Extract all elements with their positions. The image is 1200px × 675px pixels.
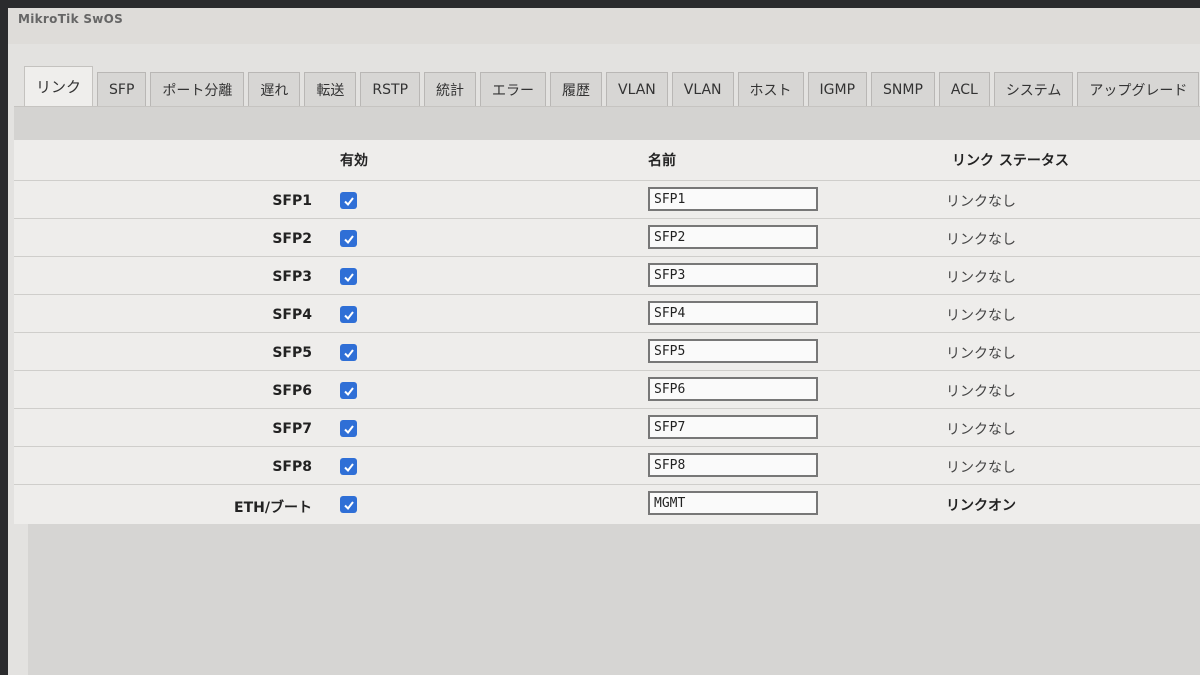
port-name-input[interactable]: SFP6 xyxy=(648,377,818,401)
tab-errors[interactable]: エラー xyxy=(480,72,547,106)
port-name-input[interactable]: SFP1 xyxy=(648,187,818,211)
tab-link[interactable]: リンク xyxy=(24,66,94,106)
tab-forwarding[interactable]: 転送 xyxy=(304,72,357,106)
table-row: SFP3 SFP3 リンクなし xyxy=(14,256,1200,295)
tab-vlans[interactable]: VLAN xyxy=(671,72,734,106)
enabled-checkbox[interactable] xyxy=(340,306,357,323)
port-name-input[interactable]: SFP3 xyxy=(648,263,818,287)
tab-stats[interactable]: 統計 xyxy=(424,72,477,106)
link-status: リンクなし xyxy=(946,346,1016,362)
table-row: SFP5 SFP5 リンクなし xyxy=(14,332,1200,371)
enabled-checkbox[interactable] xyxy=(340,268,357,285)
table-row: SFP2 SFP2 リンクなし xyxy=(14,218,1200,257)
app-title: MikroTik SwOS xyxy=(18,12,124,26)
link-table: 有効 名前 リンク ステータス SFP1 SFP1 リンクなし SFP2 SFP… xyxy=(14,140,1200,524)
check-icon xyxy=(343,272,354,282)
check-icon xyxy=(343,310,354,320)
table-row: SFP4 SFP4 リンクなし xyxy=(14,294,1200,333)
port-name-input[interactable]: MGMT xyxy=(648,491,818,515)
link-status: リンクオン xyxy=(946,498,1016,514)
enabled-checkbox[interactable] xyxy=(340,230,357,247)
link-status: リンクなし xyxy=(946,460,1016,476)
table-row: SFP1 SFP1 リンクなし xyxy=(14,180,1200,219)
port-label: SFP8 xyxy=(272,459,312,475)
empty-content-area xyxy=(28,524,1200,675)
port-label: SFP5 xyxy=(272,345,312,361)
link-status: リンクなし xyxy=(946,232,1016,248)
table-row: SFP6 SFP6 リンクなし xyxy=(14,370,1200,409)
enabled-checkbox[interactable] xyxy=(340,382,357,399)
enabled-checkbox[interactable] xyxy=(340,344,357,361)
link-status: リンクなし xyxy=(946,270,1016,286)
tab-hosts[interactable]: ホスト xyxy=(737,72,804,106)
tab-acl[interactable]: ACL xyxy=(938,72,990,106)
check-icon xyxy=(343,424,354,434)
table-row: SFP7 SFP7 リンクなし xyxy=(14,408,1200,447)
link-status: リンクなし xyxy=(946,194,1016,210)
tab-igmp[interactable]: IGMP xyxy=(807,72,868,106)
port-name-input[interactable]: SFP8 xyxy=(648,453,818,477)
tab-vlan[interactable]: VLAN xyxy=(606,72,668,106)
port-label: SFP1 xyxy=(272,193,312,209)
tab-lag[interactable]: 遅れ xyxy=(248,72,301,106)
port-name-input[interactable]: SFP2 xyxy=(648,225,818,249)
tab-system[interactable]: システム xyxy=(993,72,1074,106)
port-label: SFP4 xyxy=(272,307,312,323)
enabled-checkbox[interactable] xyxy=(340,458,357,475)
check-icon xyxy=(343,348,354,358)
tab-rstp[interactable]: RSTP xyxy=(360,72,421,106)
tab-sfp[interactable]: SFP xyxy=(97,72,147,106)
enabled-checkbox[interactable] xyxy=(340,192,357,209)
header-enabled: 有効 xyxy=(340,153,368,169)
port-name-input[interactable]: SFP4 xyxy=(648,301,818,325)
port-label: SFP7 xyxy=(272,421,312,437)
check-icon xyxy=(343,386,354,396)
tab-bar: リンク SFP ポート分離 遅れ 転送 RSTP 統計 エラー 履歴 VLAN … xyxy=(24,66,1200,106)
app-header: MikroTik SwOS xyxy=(8,8,1200,44)
check-icon xyxy=(343,500,354,510)
check-icon xyxy=(343,234,354,244)
header-link-status: リンク ステータス xyxy=(952,153,1069,169)
browser-viewport: MikroTik SwOS リンク SFP ポート分離 遅れ 転送 RSTP 統… xyxy=(8,8,1200,675)
check-icon xyxy=(343,196,354,206)
link-status: リンクなし xyxy=(946,422,1016,438)
port-label: SFP6 xyxy=(272,383,312,399)
tab-port-isolation[interactable]: ポート分離 xyxy=(150,72,245,106)
enabled-checkbox[interactable] xyxy=(340,420,357,437)
link-status: リンクなし xyxy=(946,384,1016,400)
toolbar-strip xyxy=(14,106,1200,141)
tab-snmp[interactable]: SNMP xyxy=(871,72,935,106)
table-row: ETH/ブート MGMT リンクオン xyxy=(14,484,1200,523)
enabled-checkbox[interactable] xyxy=(340,496,357,513)
port-label: SFP2 xyxy=(272,231,312,247)
check-icon xyxy=(343,462,354,472)
port-name-input[interactable]: SFP7 xyxy=(648,415,818,439)
table-row: SFP8 SFP8 リンクなし xyxy=(14,446,1200,485)
link-status: リンクなし xyxy=(946,308,1016,324)
tab-upgrade[interactable]: アップグレード xyxy=(1077,72,1200,106)
port-label: SFP3 xyxy=(272,269,312,285)
tab-history[interactable]: 履歴 xyxy=(550,72,603,106)
port-name-input[interactable]: SFP5 xyxy=(648,339,818,363)
port-label: ETH/ブート xyxy=(234,500,312,516)
header-name: 名前 xyxy=(648,153,676,169)
